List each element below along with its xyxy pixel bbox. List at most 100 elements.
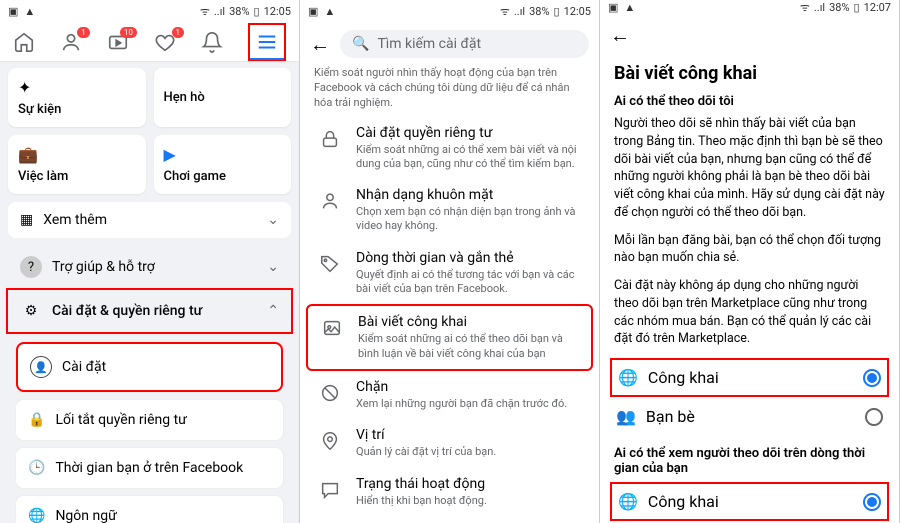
wifi-icon: ᯤ <box>200 4 210 19</box>
clock-text: 12:05 <box>264 5 291 18</box>
battery-text: 38% <box>229 5 249 18</box>
badge: 1 <box>172 27 185 38</box>
help-icon: ? <box>20 256 42 278</box>
chat-icon <box>316 476 344 504</box>
public-posts-row[interactable]: Bài viết công khai Kiểm soát những ai có … <box>306 304 593 371</box>
watch-tab[interactable]: 10 <box>107 31 129 53</box>
chevron-down-icon: ⌄ <box>267 259 279 275</box>
row-title: Vị trí <box>356 427 583 443</box>
page-title: Bài viết công khai <box>614 63 885 84</box>
row-title: Cài đặt quyền riêng tư <box>356 125 583 141</box>
row-title: Chặn <box>356 379 583 395</box>
gaming-icon: ▶ <box>164 145 282 165</box>
camera-icon: ▣ <box>608 1 618 14</box>
grid-icon: ▦ <box>20 212 33 228</box>
signal-icon: ..ıl <box>214 5 225 18</box>
row-title: Dòng thời gian và gắn thẻ <box>356 250 583 266</box>
row-title: Bài viết công khai <box>358 314 581 330</box>
battery-text: 38% <box>529 5 549 18</box>
back-button[interactable]: ← <box>310 32 330 57</box>
status-bar: ▣ ▲ ᯤ ..ıl 38% ▯ 12:05 <box>0 0 299 22</box>
tile-label: Chơi game <box>164 169 282 184</box>
radio-friends[interactable]: 👥 Bạn bè <box>614 397 885 436</box>
warning-icon: ▲ <box>24 5 35 18</box>
friends-icon: 👥 <box>616 407 636 426</box>
row-title: Trạng thái hoạt động <box>356 476 583 492</box>
help-support-row[interactable]: ? Trợ giúp & hỗ trợ ⌄ <box>8 246 291 288</box>
blocking-row[interactable]: Chặn Xem lại những người bạn đã chặn trướ… <box>306 371 593 419</box>
clock-text: 12:07 <box>864 1 891 14</box>
chevron-up-icon: ⌃ <box>267 303 279 319</box>
section-heading: Ai có thể xem người theo dõi trên dòng t… <box>614 446 885 476</box>
globe-icon: 🌐 <box>618 368 638 387</box>
battery-text: 38% <box>829 1 849 14</box>
section-heading: Ai có thể theo dõi tôi <box>614 94 885 109</box>
gear-icon: ⚙ <box>20 300 42 322</box>
settings-privacy-row[interactable]: ⚙ Cài đặt & quyền riêng tư ⌃ <box>6 288 293 334</box>
warning-icon: ▲ <box>624 1 635 14</box>
search-icon: 🔍 <box>352 36 369 52</box>
tag-icon <box>316 250 344 278</box>
dating-tab[interactable]: 1 <box>154 31 176 53</box>
notifications-tab[interactable] <box>201 31 223 53</box>
row-subtitle: Kiểm soát những ai có thể theo dõi bạn v… <box>358 332 581 361</box>
home-tab[interactable] <box>13 31 35 53</box>
settings-intro: Kiểm soát người nhìn thấy hoạt động của … <box>300 66 599 117</box>
radio-public-followers[interactable]: 🌐 Công khai <box>610 482 889 521</box>
badge: 10 <box>120 27 137 38</box>
see-more-label: Xem thêm <box>43 212 107 228</box>
privacy-shortcut-row[interactable]: 🔒 Lối tắt quyền riêng tư <box>16 400 283 440</box>
globe-icon: 🌐 <box>28 508 45 523</box>
tile-gaming[interactable]: ▶ Chơi game <box>154 135 292 194</box>
lock-icon: 🔒 <box>28 412 45 428</box>
timeline-tagging-row[interactable]: Dòng thời gian và gắn thẻ Quyết định ai c… <box>306 242 593 305</box>
briefcase-icon: 💼 <box>18 145 136 165</box>
row-subtitle: Xem lại những người bạn đã chặn trước đó… <box>356 397 583 411</box>
wifi-icon: ᯤ <box>500 4 510 19</box>
row-subtitle: Quản lý cài đặt vị trí của bạn. <box>356 445 583 459</box>
paragraph: Cài đặt này không áp dụng cho những ngườ… <box>614 277 885 348</box>
chevron-down-icon: ⌄ <box>267 212 279 228</box>
tile-events[interactable]: ✦ Sự kiện <box>8 68 146 127</box>
friends-tab[interactable]: 1 <box>60 31 82 53</box>
tile-label: Sự kiện <box>18 102 136 117</box>
signal-icon: ..ıl <box>814 1 825 14</box>
radio-public[interactable]: 🌐 Công khai <box>610 358 889 397</box>
settings-row[interactable]: 👤 Cài đặt <box>16 342 283 392</box>
face-icon <box>316 187 344 215</box>
paragraph: Mỗi lần bạn đăng bài, bạn có thể chọn đố… <box>614 232 885 268</box>
active-status-row[interactable]: Trạng thái hoạt động Hiển thị khi bạn hoạ… <box>306 468 593 516</box>
privacy-shortcut-label: Lối tắt quyền riêng tư <box>55 412 186 428</box>
settings-label: Cài đặt <box>62 359 106 375</box>
search-input[interactable]: 🔍 Tìm kiếm cài đặt <box>340 30 589 58</box>
location-row[interactable]: Vị trí Quản lý cài đặt vị trí của bạn. <box>306 419 593 467</box>
tile-label: Việc làm <box>18 169 136 184</box>
battery-icon: ▯ <box>854 1 860 14</box>
radio-on-icon <box>863 493 881 511</box>
search-placeholder: Tìm kiếm cài đặt <box>377 36 481 52</box>
user-gear-icon: 👤 <box>30 356 52 378</box>
tile-label: Hẹn hò <box>164 90 205 105</box>
menu-tab[interactable] <box>248 23 286 61</box>
row-subtitle: Hiển thị khi bạn hoạt động. <box>356 494 583 508</box>
status-bar: ▣▲ ᯤ..ıl38%▯12:07 <box>600 0 899 15</box>
see-more-row[interactable]: ▦ Xem thêm ⌄ <box>8 202 291 238</box>
battery-icon: ▯ <box>554 5 560 18</box>
row-subtitle: Quyết định ai có thể tương tác với bạn v… <box>356 268 583 297</box>
tile-dating[interactable]: Hẹn hò <box>154 68 292 127</box>
star-icon: ✦ <box>18 78 136 98</box>
top-nav: 1 10 1 <box>0 22 299 62</box>
time-on-fb-label: Thời gian bạn ở trên Facebook <box>55 460 243 476</box>
tile-jobs[interactable]: 💼 Việc làm <box>8 135 146 194</box>
privacy-settings-row[interactable]: Cài đặt quyền riêng tưKiểm soát những ai… <box>306 117 593 180</box>
status-bar: ▣▲ ᯤ..ıl38%▯12:05 <box>300 0 599 22</box>
face-recognition-row[interactable]: Nhận dạng khuôn mặtChọn xem bạn có nhận … <box>306 179 593 242</box>
warning-icon: ▲ <box>324 5 335 18</box>
time-on-fb-row[interactable]: 🕒 Thời gian bạn ở trên Facebook <box>16 448 283 488</box>
help-label: Trợ giúp & hỗ trợ <box>52 259 155 275</box>
language-row[interactable]: 🌐 Ngôn ngữ <box>16 496 283 523</box>
clock-text: 12:05 <box>564 5 591 18</box>
back-button[interactable]: ← <box>610 23 630 48</box>
clock-icon: 🕒 <box>28 460 45 476</box>
camera-icon: ▣ <box>308 5 318 18</box>
